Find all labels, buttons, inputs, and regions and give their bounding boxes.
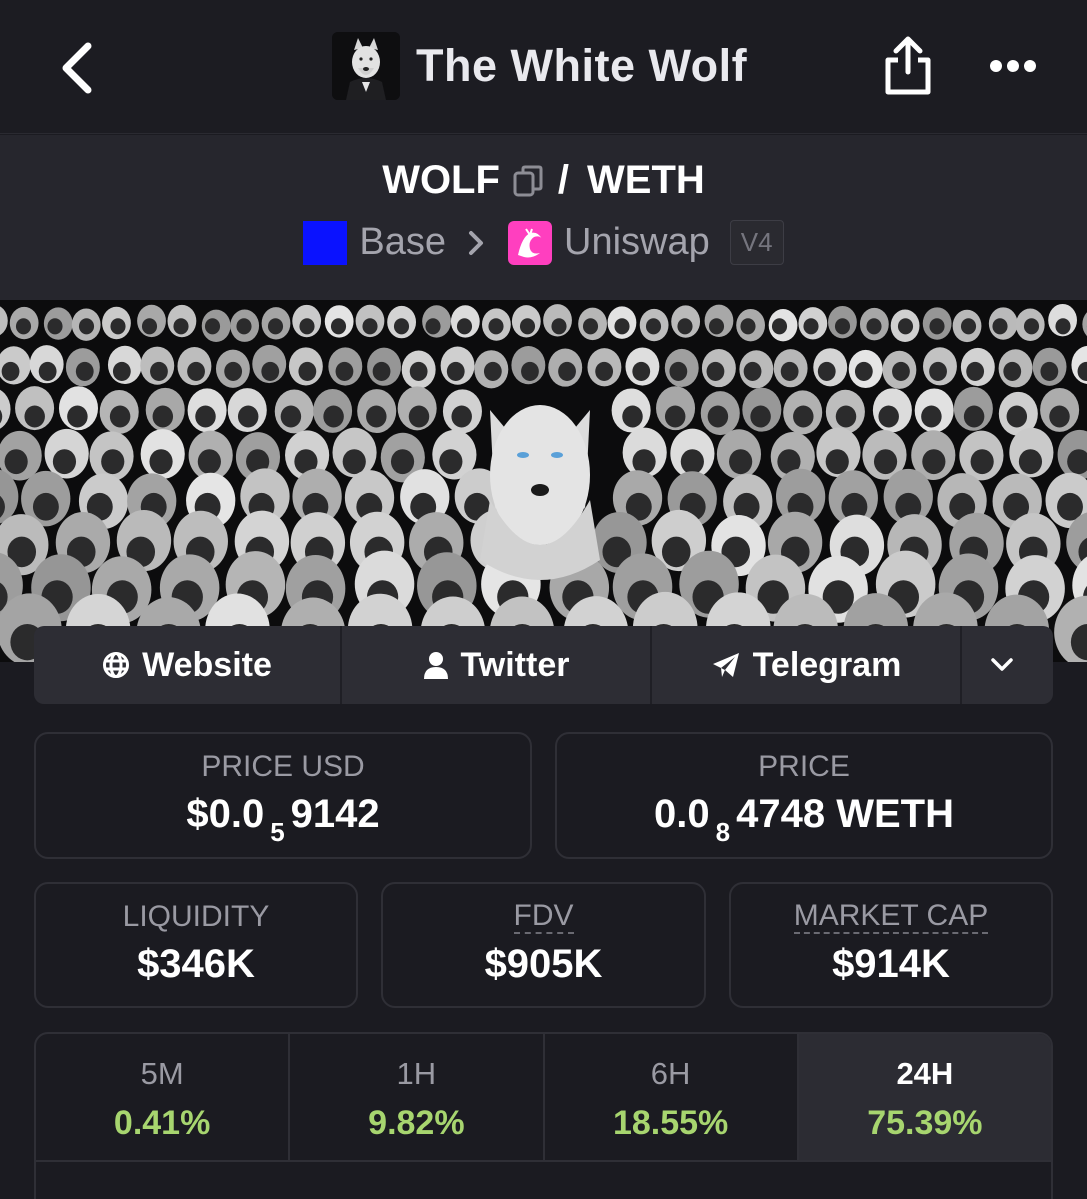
globe-icon: [103, 652, 130, 678]
share-button[interactable]: [880, 34, 936, 98]
price-native-prefix: 0.0: [654, 792, 710, 836]
pair-separator: /: [557, 158, 570, 202]
price-usd-card: PRICE USD $0.0 5 9142: [34, 732, 532, 859]
twitter-link[interactable]: Twitter: [342, 626, 652, 704]
fdv-label[interactable]: FDV: [513, 900, 574, 934]
market-cap-card[interactable]: MARKET CAP $914K: [729, 882, 1053, 1008]
base-chain-icon: [303, 220, 348, 265]
dex-name[interactable]: Uniswap: [564, 221, 710, 264]
liquidity-value: $346K: [137, 942, 255, 986]
chevron-down-icon: [990, 658, 1013, 671]
period-label: 1H: [396, 1056, 437, 1091]
pair-title: WOLF / WETH: [0, 158, 1087, 203]
period-label: 24H: [896, 1056, 954, 1091]
price-usd-value: $0.0 5 9142: [36, 792, 530, 847]
tab-24h[interactable]: 24H 75.39%: [798, 1034, 1051, 1160]
tab-5m[interactable]: 5M 0.41%: [36, 1034, 291, 1160]
price-usd-label: PRICE USD: [201, 750, 365, 783]
period-change: 75.39%: [867, 1104, 983, 1142]
period-label: 5M: [140, 1056, 184, 1091]
chevron-right-icon: [469, 230, 484, 255]
token-avatar: [332, 32, 400, 100]
price-usd-zero-count: 5: [270, 817, 285, 847]
twitter-label: Twitter: [460, 645, 570, 684]
fdv-card[interactable]: FDV $905K: [381, 882, 706, 1008]
top-bar: The White Wolf: [0, 0, 1087, 134]
price-native-label: PRICE: [758, 750, 850, 783]
market-cap-label[interactable]: MARKET CAP: [793, 900, 989, 934]
website-link[interactable]: Website: [34, 626, 342, 704]
uniswap-icon: [508, 220, 553, 265]
copy-icon[interactable]: [512, 164, 544, 198]
price-usd-prefix: $0.0: [186, 792, 265, 836]
telegram-label: Telegram: [752, 645, 902, 684]
more-dots-icon: [990, 60, 1036, 72]
period-change: 0.41%: [113, 1104, 211, 1142]
liquidity-label: LIQUIDITY: [122, 900, 270, 933]
period-change: 18.55%: [612, 1104, 729, 1142]
price-native-digits: 4748 WETH: [736, 792, 954, 836]
period-change: 9.82%: [368, 1104, 465, 1142]
website-label: Website: [142, 645, 272, 684]
token-title: The White Wolf: [332, 32, 747, 100]
quote-token: WETH: [587, 158, 705, 202]
wolf-crowd-image: [0, 300, 1087, 662]
chain-name[interactable]: Base: [359, 221, 446, 264]
period-label: 6H: [650, 1056, 691, 1091]
fdv-value: $905K: [484, 942, 603, 986]
telegram-icon: [712, 653, 739, 677]
social-links-bar: Website Twitter Telegram: [34, 626, 1053, 704]
token-banner-image: [0, 300, 1087, 662]
back-button[interactable]: [52, 40, 100, 96]
price-change-tabs: 5M 0.41% 1H 9.82% 6H 18.55% 24H 75.39%: [34, 1032, 1053, 1199]
price-native-card: PRICE 0.0 8 4748 WETH: [555, 732, 1053, 859]
chain-breadcrumb: Base Uniswap V4: [0, 220, 1087, 265]
page-title: The White Wolf: [416, 40, 748, 91]
version-badge: V4: [729, 220, 784, 265]
price-native-value: 0.0 8 4748 WETH: [557, 792, 1051, 847]
price-usd-digits: 9142: [290, 792, 380, 836]
tab-6h[interactable]: 6H 18.55%: [545, 1034, 799, 1160]
chevron-left-icon: [62, 42, 92, 94]
telegram-link[interactable]: Telegram: [652, 626, 962, 704]
market-cap-value: $914K: [832, 942, 950, 986]
tab-1h[interactable]: 1H 9.82%: [290, 1034, 545, 1160]
more-links-button[interactable]: [962, 626, 1053, 704]
user-icon: [423, 652, 448, 679]
share-icon: [885, 36, 931, 95]
base-token: WOLF: [382, 158, 500, 202]
more-button[interactable]: [982, 50, 1044, 82]
liquidity-card: LIQUIDITY $346K: [34, 882, 358, 1008]
price-native-zero-count: 8: [715, 817, 731, 847]
